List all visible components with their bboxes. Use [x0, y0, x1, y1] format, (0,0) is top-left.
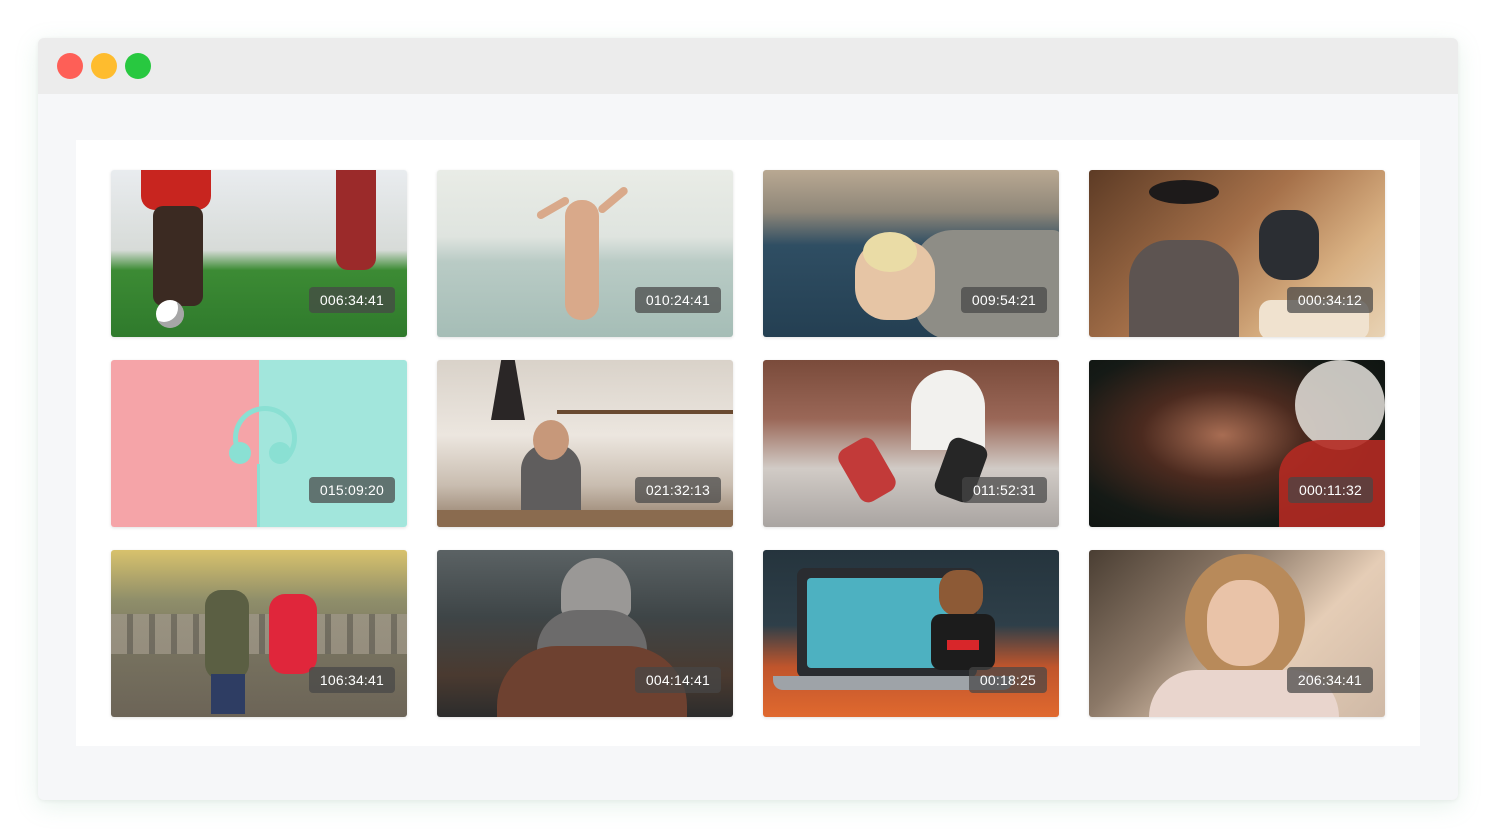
video-duration-badge: 206:34:41	[1286, 667, 1373, 693]
video-thumbnail-dinner[interactable]: 000:34:12	[1089, 170, 1385, 337]
video-duration-badge: 010:24:41	[634, 287, 721, 313]
video-duration-badge: 00:18:25	[968, 667, 1047, 693]
video-thumbnail-beach[interactable]: 010:24:41	[437, 170, 733, 337]
video-duration-badge: 000:34:12	[1286, 287, 1373, 313]
video-thumbnail-curly-hair[interactable]: 206:34:41	[1089, 550, 1385, 717]
minimize-window-button[interactable]	[91, 53, 117, 79]
browser-window: 006:34:41 010:24:41 009:54:21 000:34:12 …	[38, 38, 1458, 800]
window-titlebar	[38, 38, 1458, 94]
video-thumbnail-portrait[interactable]: 000:11:32	[1089, 360, 1385, 527]
video-gallery-panel: 006:34:41 010:24:41 009:54:21 000:34:12 …	[76, 140, 1420, 746]
video-duration-badge: 015:09:20	[308, 477, 395, 503]
video-duration-badge: 006:34:41	[308, 287, 395, 313]
video-grid: 006:34:41 010:24:41 009:54:21 000:34:12 …	[111, 170, 1385, 717]
video-thumbnail-kitchen[interactable]: 021:32:13	[437, 360, 733, 527]
video-duration-badge: 009:54:21	[960, 287, 1047, 313]
video-duration-badge: 004:14:41	[634, 667, 721, 693]
zoom-window-button[interactable]	[125, 53, 151, 79]
video-duration-badge: 106:34:41	[308, 667, 395, 693]
video-thumbnail-hiker[interactable]: 004:14:41	[437, 550, 733, 717]
video-thumbnail-lake[interactable]: 009:54:21	[763, 170, 1059, 337]
video-duration-badge: 000:11:32	[1287, 477, 1373, 503]
video-duration-badge: 011:52:31	[961, 477, 1047, 503]
video-thumbnail-headphones[interactable]: 015:09:20	[111, 360, 407, 527]
video-thumbnail-laptop[interactable]: 00:18:25	[763, 550, 1059, 717]
close-window-button[interactable]	[57, 53, 83, 79]
video-thumbnail-kids[interactable]: 106:34:41	[111, 550, 407, 717]
video-duration-badge: 021:32:13	[634, 477, 721, 503]
video-thumbnail-soccer[interactable]: 006:34:41	[111, 170, 407, 337]
video-thumbnail-gym[interactable]: 011:52:31	[763, 360, 1059, 527]
